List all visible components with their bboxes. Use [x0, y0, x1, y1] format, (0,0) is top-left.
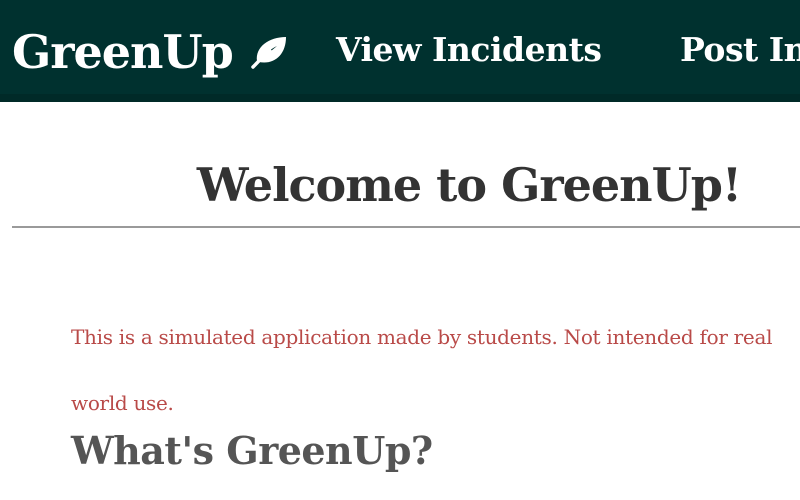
brand-link[interactable]: GreenUp [12, 22, 289, 82]
page-title: Welcome to GreenUp! [196, 158, 742, 212]
nav-link-view-incidents[interactable]: View Incidents [336, 30, 602, 69]
brand-name: GreenUp [12, 25, 234, 79]
nav-link-post-incident[interactable]: Post Incident [680, 30, 800, 69]
leaf-icon [251, 37, 286, 69]
section-heading-whats-greenup: What's GreenUp? [71, 428, 433, 473]
top-navbar: GreenUp View Incidents Post Incident [0, 0, 800, 102]
title-divider [12, 226, 800, 228]
disclaimer-text: This is a simulated application made by … [71, 325, 773, 415]
